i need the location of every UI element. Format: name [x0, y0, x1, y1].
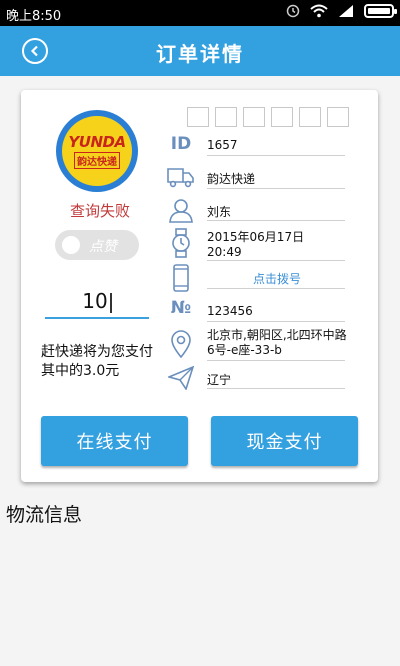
divider — [207, 188, 345, 189]
call-link[interactable]: 点击拨号 — [207, 270, 347, 287]
order-card: YUNDA 韵达快递 查询失败 点赞 10 赶快递将为您支付其中的3.0元 ID… — [21, 90, 378, 482]
watch-icon — [167, 228, 195, 258]
phone-icon — [167, 264, 195, 292]
code-box[interactable] — [215, 107, 237, 127]
divider — [207, 360, 345, 361]
alarm-icon — [286, 4, 300, 18]
code-box[interactable] — [299, 107, 321, 127]
amount-value: 10 — [82, 289, 108, 313]
wifi-icon — [310, 4, 328, 18]
online-pay-button[interactable]: 在线支付 — [41, 416, 188, 466]
logistics-section-title: 物流信息 — [6, 504, 83, 526]
code-boxes — [187, 107, 349, 127]
delivery-address: 北京市,朝阳区,北四环中路6号-e座-33-b — [207, 328, 347, 357]
text-caret — [109, 292, 112, 313]
code-box[interactable] — [187, 107, 209, 127]
id-icon: ID — [170, 134, 192, 154]
courier-logo-text: YUNDA — [68, 133, 126, 151]
signal-icon — [339, 5, 353, 17]
code-box[interactable] — [243, 107, 265, 127]
person-icon — [167, 197, 195, 223]
page-title: 订单详情 — [156, 42, 244, 66]
courier-logo: YUNDA 韵达快递 — [56, 110, 138, 192]
toggle-knob — [62, 236, 80, 254]
cash-pay-button[interactable]: 现金支付 — [211, 416, 358, 466]
battery-icon — [364, 4, 397, 18]
courier-name: 刘东 — [207, 205, 232, 219]
number-icon: № — [170, 298, 192, 318]
destination: 辽宁 — [207, 373, 232, 387]
courier-logo-inner: YUNDA 韵达快递 — [62, 116, 132, 186]
status-icons — [286, 4, 397, 18]
order-id: 1657 — [207, 138, 238, 152]
status-bar: 晚上8:50 — [0, 0, 400, 26]
code-box[interactable] — [327, 107, 349, 127]
divider — [207, 220, 345, 221]
divider — [207, 155, 345, 156]
divider — [207, 321, 345, 322]
pay-note: 赶快递将为您支付其中的3.0元 — [41, 344, 153, 379]
status-time: 晚上8:50 — [6, 9, 62, 24]
location-pin-icon — [167, 330, 195, 358]
amount-input[interactable]: 10 — [45, 287, 149, 319]
tracking-number: 123456 — [207, 304, 253, 318]
courier-company: 韵达快递 — [207, 172, 256, 186]
query-status: 查询失败 — [69, 202, 130, 220]
title-bar: 订单详情 — [0, 26, 400, 76]
order-datetime: 2015年06月17日 20:49 — [207, 230, 347, 260]
paper-plane-icon — [167, 366, 195, 390]
like-label: 点赞 — [89, 239, 117, 255]
order-time: 20:49 — [207, 245, 242, 259]
order-date: 2015年06月17日 — [207, 230, 305, 244]
courier-logo-subtext: 韵达快递 — [74, 152, 120, 169]
divider — [207, 288, 345, 289]
divider — [207, 388, 345, 389]
divider — [207, 260, 345, 261]
like-toggle[interactable]: 点赞 — [55, 230, 139, 260]
code-box[interactable] — [271, 107, 293, 127]
truck-icon — [167, 166, 195, 188]
